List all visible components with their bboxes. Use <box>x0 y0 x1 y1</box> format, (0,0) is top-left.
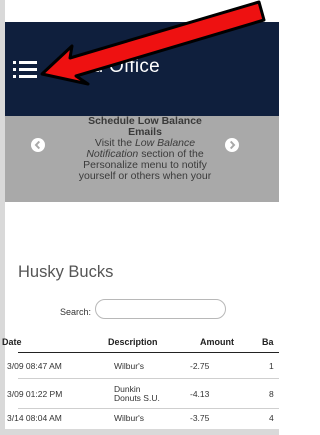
card-office-mobile-page: ard Office Schedule Low Balance Emails V… <box>0 0 279 435</box>
cell-balance: 4 <box>269 413 274 423</box>
cell-date: 3/14 08:04 AM <box>7 413 62 423</box>
content-gap <box>5 202 279 252</box>
cell-date: 3/09 01:22 PM <box>7 389 63 399</box>
table-header: Date Description Amount Ba <box>2 333 279 353</box>
cell-description: Wilbur's <box>114 413 144 423</box>
red-arrow-icon <box>40 0 266 86</box>
cell-balance: 1 <box>269 361 274 371</box>
search-input[interactable] <box>95 299 226 319</box>
cell-amount: -2.75 <box>190 361 210 371</box>
chevron-right-icon[interactable] <box>225 138 239 152</box>
column-header-amount[interactable]: Amount <box>200 337 234 347</box>
announcement-body-line4: yourself or others when your <box>78 170 212 182</box>
table-row[interactable]: 3/14 08:04 AM Wilbur's -3.75 4 <box>7 409 279 431</box>
cell-description-line2: Donuts S.U. <box>114 393 160 403</box>
cell-amount: -3.75 <box>190 413 210 423</box>
frame-bottom-edge <box>0 429 279 435</box>
table-row[interactable]: 3/09 01:22 PM Dunkin Donuts S.U. -4.13 8 <box>7 379 279 409</box>
cell-balance: 8 <box>269 389 274 399</box>
column-header-description[interactable]: Description <box>108 337 158 347</box>
column-header-date[interactable]: Date <box>2 337 22 347</box>
announcement-text: Schedule Low Balance Emails Visit the Lo… <box>65 116 225 182</box>
announcement-carousel: Schedule Low Balance Emails Visit the Lo… <box>5 116 279 202</box>
search-label: Search: <box>60 307 92 317</box>
cell-amount: -4.13 <box>190 389 210 399</box>
table-row[interactable]: 3/09 08:47 AM Wilbur's -2.75 1 <box>7 353 279 379</box>
cell-description: Wilbur's <box>114 361 144 371</box>
section-title-husky-bucks: Husky Bucks <box>18 263 114 281</box>
column-header-balance[interactable]: Ba <box>262 337 274 347</box>
chevron-left-icon[interactable] <box>31 138 45 152</box>
cell-date: 3/09 08:47 AM <box>7 361 62 371</box>
